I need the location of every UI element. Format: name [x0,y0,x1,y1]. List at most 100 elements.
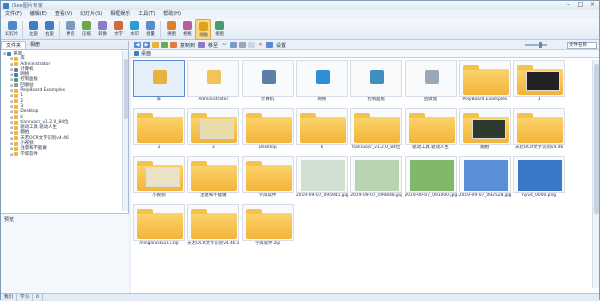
menu-item-2[interactable]: 查看(V) [51,10,76,19]
toolbar-button-1[interactable]: 左旋 [25,19,41,40]
thumbnail-frame [513,156,566,193]
thumbnail-item[interactable]: 2019-09-07_092528.jpg [458,156,511,202]
select-icon[interactable] [248,42,256,48]
recycle-bin-icon [424,70,439,84]
thumbnail-item[interactable]: minganciku(1).zip [133,204,185,250]
folder-icon [14,146,19,151]
menu-item-1[interactable]: 编辑(E) [26,10,51,19]
tree-expander-icon[interactable]: ⊞ [3,51,6,56]
tab-albums[interactable]: 相册 [26,41,44,49]
thumbnail-item[interactable]: 驱动工具 驱动人生 [404,108,457,154]
thumbnail-item[interactable]: 1 [513,60,566,106]
convert-icon [97,21,107,30]
grid-scroll-thumb[interactable] [594,64,599,214]
thumbnail-item[interactable]: 网络 [295,60,348,106]
toolbar-button-8[interactable]: 批量 [142,19,158,40]
maximize-icon[interactable]: □ [576,2,585,8]
thumbnail-item[interactable]: 计算机 [241,60,294,106]
zoom-slider-knob[interactable] [539,42,542,48]
toolbar-button-9[interactable]: 拼图 [163,19,179,40]
folder-icon [7,51,12,56]
thumbnail-item[interactable]: k [295,108,348,154]
toolbar-button-6[interactable]: 文字 [110,19,126,40]
address-text[interactable]: 桌面 [141,50,151,57]
toolbar-button-7[interactable]: 水印 [126,19,142,40]
toolbar-label: 转换 [97,32,107,37]
settings-icon[interactable] [266,42,274,48]
menu-item-6[interactable]: 帮助(H) [159,10,185,19]
folder-icon [245,209,292,239]
refresh-icon[interactable] [161,42,168,48]
cut-icon[interactable]: ✂ [221,42,228,48]
thumbnail-item[interactable]: 小视频 [133,156,185,202]
thumbnail-frame [404,108,457,145]
thumbnail-caption: 网络 [317,97,327,102]
thumbnail-item[interactable]: tianruocr_v1.2.0_84位 [350,108,403,154]
thumbnail-item[interactable]: 天若OCR文字识别v4.46.zip [187,204,240,250]
thumbnail-item[interactable]: 2019-09-07_091000.jpg [404,156,457,202]
toolbar-button-5[interactable]: 转换 [94,19,110,40]
toolbar-label: 水印 [129,32,139,37]
thumbnail-caption: 学库软件 [258,193,277,198]
thumbnail-item[interactable]: 天若OCR文字识别v4.46 [513,108,566,154]
toolbar-button-12[interactable]: 抠图 [211,19,227,40]
toolbar-button-11[interactable]: 动画 [195,19,211,40]
grid-scrollbar[interactable] [592,60,599,288]
status-bar: 我们 学习 0 [1,293,599,301]
toolbar-button-10[interactable]: 相框 [179,19,195,40]
back-icon[interactable]: ◀ [134,42,141,48]
tree-scroll-thumb[interactable] [124,59,128,119]
paste-icon[interactable] [239,42,247,48]
folder-icon [137,113,183,143]
up-folder-icon[interactable] [152,42,159,48]
thumbnail-item[interactable]: 回收站 [404,60,457,106]
move-to-icon[interactable] [198,42,206,48]
settings-button[interactable]: 设置 [275,42,287,49]
thumbnail-item[interactable]: hyv4_0000.png [513,156,566,202]
thumbnail-item[interactable]: 2019-09-07_095941.jpg [295,156,348,202]
zoom-slider[interactable] [525,42,547,48]
copy-to-icon[interactable] [170,42,177,48]
image-thumbnail [300,160,345,191]
tree-node[interactable]: ⊞ 学库软件 [1,152,122,157]
copy-icon[interactable] [230,42,238,48]
tree-expander-icon[interactable]: ⊞ [10,152,13,157]
menu-item-3[interactable]: 幻灯片(S) [76,10,106,19]
toolbar-button-2[interactable]: 右旋 [41,19,57,40]
menu-item-0[interactable]: 文件(F) [1,10,26,19]
toolbar-button-0[interactable]: 幻灯片 [4,19,20,40]
close-icon[interactable]: × [588,2,597,8]
tab-folders[interactable]: 文件夹 [1,41,27,49]
thumbnail-item[interactable]: Desktop [241,108,294,154]
toolbar-button-3[interactable]: 更名 [62,19,78,40]
tree-scrollbar[interactable] [122,51,128,211]
thumbnail-item[interactable]: 3 [187,108,240,154]
thumbnail-item[interactable]: 2 [133,108,185,154]
thumbnail-item[interactable]: PolyBoard Examples [458,60,511,106]
minimize-icon[interactable]: – [564,2,573,8]
toolbar-separator [22,21,23,38]
thumbnail-item[interactable]: 注意和不能做 [187,156,240,202]
menu-item-5[interactable]: 工具(T) [134,10,159,19]
sort-select[interactable]: 文件名称 [567,42,597,49]
thumbnail-frame [133,108,185,145]
thumbnail-item[interactable]: Administrator [187,60,240,106]
system-icon [153,70,167,84]
thumbnail-item[interactable]: 学库软件 [241,156,294,202]
toolbar-label: 批量 [145,32,155,37]
thumbnail-item[interactable]: 翻拍 [458,108,511,154]
thumbnail-item[interactable]: 学库软件.zip [241,204,294,250]
menu-item-4[interactable]: 相框娱乐 [106,10,134,19]
forward-icon[interactable]: ▶ [143,42,150,48]
thumbnail-item[interactable]: 控制面板 [350,60,403,106]
thumbnail-frame [458,60,511,97]
move-to-button[interactable]: 移至 [207,42,219,49]
thumbnail-item[interactable]: 2019-09-07_090848.jpg [350,156,403,202]
thumbnail-item[interactable]: 库 [133,60,185,106]
toolbar-button-4[interactable]: 压缩 [78,19,94,40]
image-thumbnail [463,160,508,191]
delete-icon[interactable]: ✕ [257,42,264,48]
copy-to-button[interactable]: 复制到 [179,42,196,49]
thumbnail-caption: 控制面板 [367,97,385,102]
thumbnail-caption: 计算机 [261,97,275,102]
